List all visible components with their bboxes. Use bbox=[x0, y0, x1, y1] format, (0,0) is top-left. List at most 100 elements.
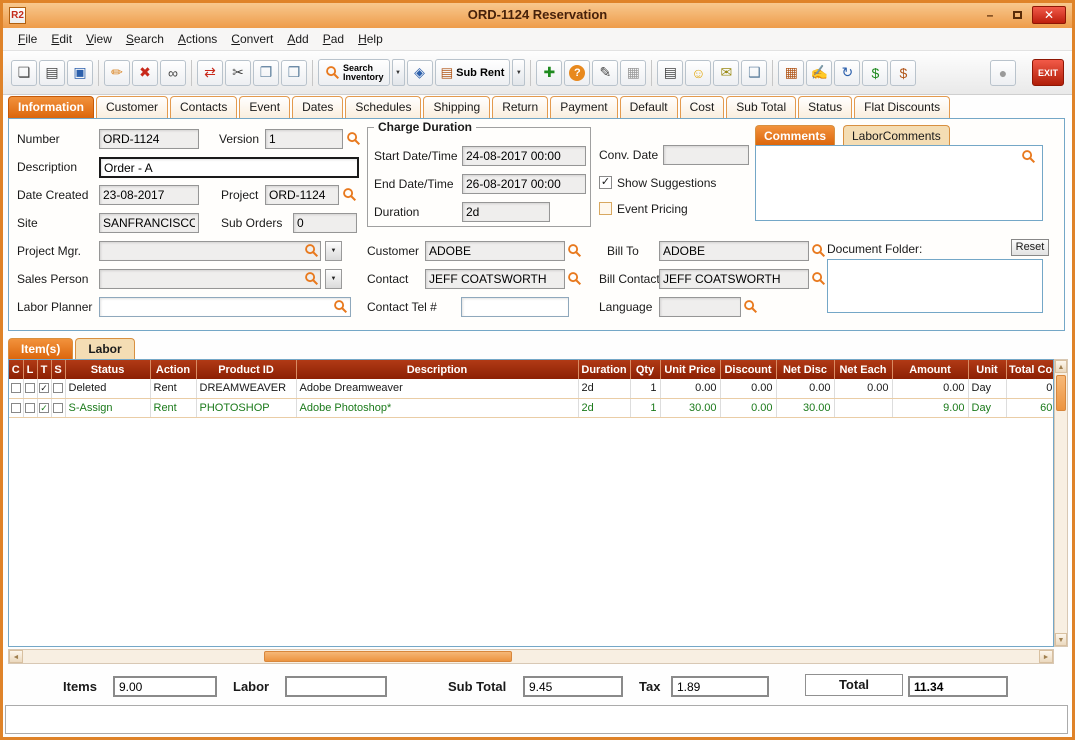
chevron-down-icon[interactable]: ▼ bbox=[325, 241, 342, 261]
print-preview-button[interactable]: ▤ bbox=[657, 60, 683, 86]
cell-l[interactable] bbox=[23, 379, 37, 398]
scroll-up-icon[interactable]: ▲ bbox=[1055, 360, 1067, 373]
scroll-right-icon[interactable]: ► bbox=[1039, 650, 1053, 663]
cell-t[interactable] bbox=[37, 398, 51, 417]
tab-comments[interactable]: Comments bbox=[755, 125, 835, 145]
cubes-button[interactable]: ▦ bbox=[778, 60, 804, 86]
col-duration[interactable]: Duration bbox=[578, 360, 630, 379]
cell-qty[interactable]: 1 bbox=[630, 379, 660, 398]
col-status[interactable]: Status bbox=[65, 360, 150, 379]
cell-discount[interactable]: 0.00 bbox=[720, 398, 776, 417]
col-action[interactable]: Action bbox=[150, 360, 196, 379]
reset-button[interactable]: Reset bbox=[1011, 239, 1049, 256]
bill-to-field[interactable] bbox=[659, 241, 809, 261]
cell-action[interactable]: Rent bbox=[150, 398, 196, 417]
menu-convert[interactable]: Convert bbox=[224, 30, 280, 48]
duration-field[interactable] bbox=[462, 202, 550, 222]
project-mgr-field[interactable] bbox=[99, 241, 321, 261]
col-description[interactable]: Description bbox=[296, 360, 578, 379]
cell-product-id[interactable]: DREAMWEAVER bbox=[196, 379, 296, 398]
tab-event[interactable]: Event bbox=[239, 96, 290, 118]
row-checkbox[interactable] bbox=[11, 403, 21, 413]
show-suggestions-checkbox[interactable] bbox=[599, 176, 612, 189]
table-row[interactable]: S-Assign Rent PHOTOSHOP Adobe Photoshop*… bbox=[9, 398, 1054, 417]
sub-orders-field[interactable] bbox=[293, 213, 357, 233]
cell-unit-price[interactable]: 0.00 bbox=[660, 379, 720, 398]
col-t[interactable]: T bbox=[37, 360, 51, 379]
bill-contact-field[interactable] bbox=[659, 269, 809, 289]
edit-button[interactable]: ✏ bbox=[104, 60, 130, 86]
start-field[interactable] bbox=[462, 146, 586, 166]
scroll-thumb[interactable] bbox=[264, 651, 512, 662]
tab-flat-discounts[interactable]: Flat Discounts bbox=[854, 96, 950, 118]
row-checkbox[interactable] bbox=[53, 403, 63, 413]
language-field[interactable] bbox=[659, 297, 741, 317]
drop-button[interactable]: ◈ bbox=[407, 60, 433, 86]
tab-schedules[interactable]: Schedules bbox=[345, 96, 421, 118]
tab-payment[interactable]: Payment bbox=[550, 96, 617, 118]
contact-field[interactable] bbox=[425, 269, 565, 289]
cell-net-each[interactable] bbox=[834, 398, 892, 417]
maximize-button[interactable] bbox=[1005, 6, 1029, 24]
search-icon[interactable] bbox=[304, 243, 320, 259]
copy-button[interactable]: ❐ bbox=[253, 60, 279, 86]
paste-button[interactable]: ❒ bbox=[281, 60, 307, 86]
row-checkbox[interactable] bbox=[39, 383, 49, 393]
col-net-disc[interactable]: Net Disc bbox=[776, 360, 834, 379]
find-button[interactable]: ∞ bbox=[160, 60, 186, 86]
cell-amount[interactable]: 0.00 bbox=[892, 379, 968, 398]
search-icon[interactable] bbox=[743, 299, 759, 315]
comments-box[interactable] bbox=[755, 145, 1043, 221]
search-icon[interactable] bbox=[567, 271, 583, 287]
col-product-id[interactable]: Product ID bbox=[196, 360, 296, 379]
minimize-button[interactable]: – bbox=[978, 6, 1002, 24]
col-unit-price[interactable]: Unit Price bbox=[660, 360, 720, 379]
menu-help[interactable]: Help bbox=[351, 30, 390, 48]
search-icon[interactable] bbox=[304, 271, 320, 287]
menu-file[interactable]: File bbox=[11, 30, 44, 48]
project-field[interactable] bbox=[265, 185, 339, 205]
cell-duration[interactable]: 2d bbox=[578, 398, 630, 417]
search-inventory-button[interactable]: SearchInventory bbox=[318, 59, 390, 86]
labor-planner-field[interactable] bbox=[99, 297, 351, 317]
tab-shipping[interactable]: Shipping bbox=[423, 96, 490, 118]
tax-field[interactable] bbox=[671, 676, 769, 697]
availability-button[interactable]: ? bbox=[564, 60, 590, 86]
tab-labor-comments[interactable]: LaborComments bbox=[843, 125, 950, 145]
conv-date-field[interactable] bbox=[663, 145, 749, 165]
cell-unit[interactable]: Day bbox=[968, 379, 1006, 398]
package-button[interactable]: ❑ bbox=[741, 60, 767, 86]
col-discount[interactable]: Discount bbox=[720, 360, 776, 379]
sub-total-field[interactable] bbox=[523, 676, 623, 697]
tab-labor[interactable]: Labor bbox=[75, 338, 134, 359]
col-amount[interactable]: Amount bbox=[892, 360, 968, 379]
scroll-left-icon[interactable]: ◄ bbox=[9, 650, 23, 663]
sales-person-field[interactable] bbox=[99, 269, 321, 289]
end-field[interactable] bbox=[462, 174, 586, 194]
items-total-field[interactable] bbox=[113, 676, 217, 697]
cut-button[interactable]: ✂ bbox=[225, 60, 251, 86]
save-button[interactable]: ▣ bbox=[67, 60, 93, 86]
date-created-field[interactable] bbox=[99, 185, 199, 205]
money-button[interactable]: $ bbox=[862, 60, 888, 86]
search-icon[interactable] bbox=[333, 299, 349, 315]
cell-description[interactable]: Adobe Photoshop* bbox=[296, 398, 578, 417]
cell-c[interactable] bbox=[9, 379, 23, 398]
row-checkbox[interactable] bbox=[25, 383, 35, 393]
col-c[interactable]: C bbox=[9, 360, 23, 379]
cell-net-disc[interactable]: 0.00 bbox=[776, 379, 834, 398]
tab-information[interactable]: Information bbox=[8, 96, 94, 118]
cell-status[interactable]: S-Assign bbox=[65, 398, 150, 417]
event-pricing-checkbox[interactable] bbox=[599, 202, 612, 215]
cell-l[interactable] bbox=[23, 398, 37, 417]
titlebar[interactable]: R2 ORD-1124 Reservation – ✕ bbox=[3, 3, 1072, 28]
sub-rent-button[interactable]: ▤ Sub Rent bbox=[435, 59, 511, 86]
col-s[interactable]: S bbox=[51, 360, 65, 379]
cell-product-id[interactable]: PHOTOSHOP bbox=[196, 398, 296, 417]
cell-status[interactable]: Deleted bbox=[65, 379, 150, 398]
search-icon[interactable] bbox=[811, 271, 827, 287]
smiley-button[interactable]: ☺ bbox=[685, 60, 711, 86]
add-button[interactable]: ✚ bbox=[536, 60, 562, 86]
tab-dates[interactable]: Dates bbox=[292, 96, 343, 118]
cell-discount[interactable]: 0.00 bbox=[720, 379, 776, 398]
